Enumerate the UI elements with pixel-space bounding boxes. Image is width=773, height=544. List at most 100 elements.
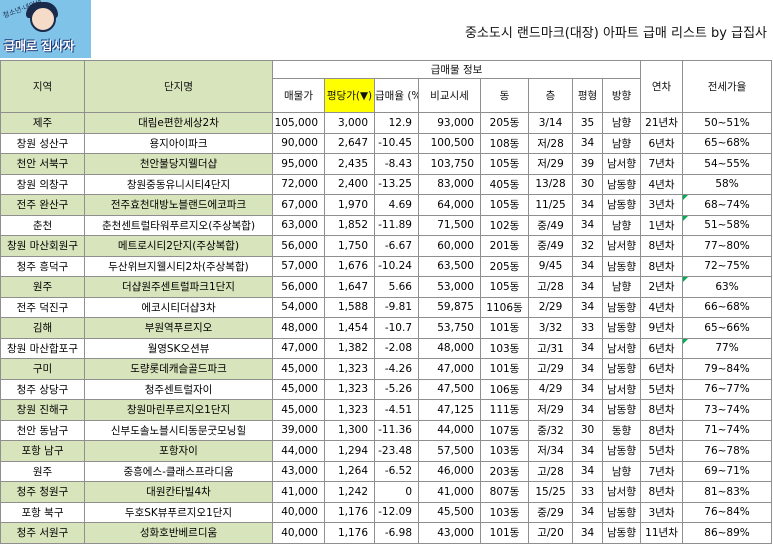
row-jeonse: 71~74% [682,419,773,441]
header-floor[interactable]: 층 [528,78,573,113]
row-complex: 춘천센트럴타워푸르지오(주상복합) [84,214,273,236]
row-per-pyeong: 1,323 [324,399,375,421]
row-floor: 고/20 [528,522,573,544]
row-jeonse: 50~51% [682,112,773,134]
row-building: 103동 [480,501,529,523]
row-discount: 4.69 [374,194,419,216]
row-floor: 저/34 [528,440,573,462]
table-row[interactable]: 전주 덕진구 에코시티더샵3차 54,000 1,588 -9.81 59,875 1106… [0,296,773,318]
table-row[interactable]: 창원 성산구 용지아이파크 90,000 2,647 -10.45 100,500 108동… [0,132,773,154]
row-price: 47,000 [272,337,325,359]
header-complex[interactable]: 단지명 [84,60,273,113]
table-row[interactable]: 포항 북구 두호SK뷰푸르지오1단지 40,000 1,176 -12.09 45,500… [0,501,773,523]
row-direction: 남향 [601,276,642,298]
row-compare: 59,875 [418,296,481,318]
table-row[interactable]: 원주 더샵원주센트럴파크1단지 56,000 1,647 5.66 53,000 105동 고… [0,276,773,298]
row-direction: 남서향 [601,153,642,175]
table-row[interactable]: 창원 의창구 창원중동유니시티4단지 72,000 2,400 -13.25 83,000… [0,173,773,195]
row-pyeong: 34 [572,255,603,277]
row-discount: -11.36 [374,419,419,441]
table-row[interactable]: 전주 완산구 전주효천대방노블랜드에코파크 67,000 1,970 4.69 64,00… [0,194,773,216]
row-complex: 대림e편한세상2차 [84,112,273,134]
table-row[interactable]: 청주 상당구 청주센트럴자이 45,000 1,323 -5.26 47,500 106동 4… [0,378,773,400]
row-pyeong: 39 [572,153,603,175]
row-region: 창원 진해구 [0,399,85,421]
header-direction[interactable]: 방향 [601,78,642,113]
row-building: 103동 [480,337,529,359]
row-price: 56,000 [272,276,325,298]
row-compare: 100,500 [418,132,481,154]
header-pyeong[interactable]: 평형 [572,78,603,113]
row-building: 108동 [480,132,529,154]
row-jeonse: 63% [682,276,773,298]
table-row[interactable]: 김해 부원역푸르지오 48,000 1,454 -10.7 53,750 101동 3/32 3… [0,317,773,339]
row-age: 3년차 [640,194,684,216]
row-building: 105동 [480,276,529,298]
table-row[interactable]: 창원 마산합포구 월영SK오션뷰 47,000 1,382 -2.08 48,000 103… [0,337,773,359]
brand-logo: 청소년·내인생 급매로 집사자 [0,0,91,58]
row-per-pyeong: 1,242 [324,481,375,503]
table-row[interactable]: 창원 마산회원구 메트로시티2단지(주상복합) 56,000 1,750 -6.67 60… [0,235,773,257]
table-row[interactable]: 청주 청원구 대원칸타빌4차 41,000 1,242 0 41,000 807동 15/25… [0,481,773,503]
row-floor: 고/28 [528,276,573,298]
row-building: 101동 [480,358,529,380]
row-per-pyeong: 3,000 [324,112,375,134]
header-discount[interactable]: 급매율 (%) [374,78,419,113]
row-direction: 남서향 [601,378,642,400]
row-discount: -4.26 [374,358,419,380]
row-floor: 중/49 [528,235,573,257]
row-compare: 60,000 [418,235,481,257]
header-age[interactable]: 연차 [640,60,684,113]
table-row[interactable]: 청주 흥덕구 두산위브지웰시티2차(주상복합) 57,000 1,676 -10.24 6… [0,255,773,277]
row-discount: -4.51 [374,399,419,421]
row-floor: 저/28 [528,132,573,154]
row-age: 8년차 [640,481,684,503]
table-row[interactable]: 춘천 춘천센트럴타워푸르지오(주상복합) 63,000 1,852 -11.89 71,5… [0,214,773,236]
table-row[interactable]: 천안 동남구 신부도솔노블시티동문굿모닝힐 39,000 1,300 -11.36 44,… [0,419,773,441]
row-jeonse: 76~78% [682,440,773,462]
row-price: 63,000 [272,214,325,236]
table-row[interactable]: 천안 서북구 천안불당지웰더샵 95,000 2,435 -8.43 103,750 105… [0,153,773,175]
row-per-pyeong: 1,300 [324,419,375,441]
table-row[interactable]: 창원 진해구 창원마린푸르지오1단지 45,000 1,323 -4.51 47,125 1… [0,399,773,421]
table-row[interactable]: 구미 도량롯데캐슬골드파크 45,000 1,323 -4.26 47,000 101동 고/… [0,358,773,380]
row-discount: 0 [374,481,419,503]
row-jeonse: 86~89% [682,522,773,544]
header-building[interactable]: 동 [480,78,529,113]
header-per-pyeong[interactable]: 평당가(▼) [324,78,375,113]
row-per-pyeong: 2,647 [324,132,375,154]
header-jeonse[interactable]: 전세가율 [682,60,773,113]
row-direction: 남동향 [601,358,642,380]
row-building: 102동 [480,214,529,236]
row-jeonse: 66~68% [682,296,773,318]
row-direction: 남동향 [601,255,642,277]
header-compare[interactable]: 비교시세 [418,78,481,113]
row-complex: 창원중동유니시티4단지 [84,173,273,195]
row-age: 11년차 [640,522,684,544]
row-price: 45,000 [272,399,325,421]
header-price[interactable]: 매물가 [272,78,325,113]
row-floor: 고/28 [528,460,573,482]
row-floor: 고/29 [528,358,573,380]
row-pyeong: 34 [572,194,603,216]
row-direction: 남향 [601,460,642,482]
row-region: 천안 동남구 [0,419,85,441]
row-discount: -11.89 [374,214,419,236]
table-row[interactable]: 청주 서원구 성화호반베르디움 40,000 1,176 -6.98 43,000 101동… [0,522,773,544]
row-building: 101동 [480,317,529,339]
row-compare: 53,000 [418,276,481,298]
row-age: 8년차 [640,399,684,421]
row-pyeong: 34 [572,132,603,154]
table-row[interactable]: 포항 남구 포항자이 44,000 1,294 -23.48 57,500 103동 저/34… [0,440,773,462]
row-floor: 4/29 [528,378,573,400]
row-jeonse: 72~75% [682,255,773,277]
row-complex: 포항자이 [84,440,273,462]
row-region: 김해 [0,317,85,339]
table-row[interactable]: 제주 대림e편한세상2차 105,000 3,000 12.9 93,000 205동 3/1… [0,112,773,134]
row-floor: 2/29 [528,296,573,318]
row-per-pyeong: 1,750 [324,235,375,257]
row-building: 105동 [480,153,529,175]
table-row[interactable]: 원주 중흥에스-클래스프라디움 43,000 1,264 -6.52 46,000 203동… [0,460,773,482]
header-region[interactable]: 지역 [0,60,85,113]
row-price: 45,000 [272,358,325,380]
